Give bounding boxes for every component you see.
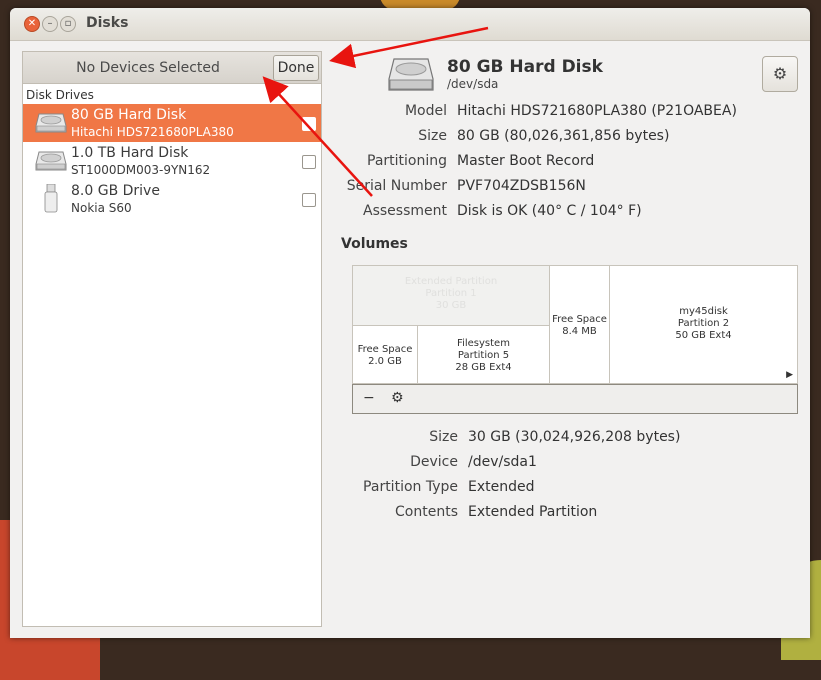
property-label: Size: [418, 128, 447, 144]
close-icon: ✕: [27, 18, 37, 29]
maximize-window-button[interactable]: ▫: [60, 16, 76, 32]
drive-item[interactable]: 1.0 TB Hard Disk ST1000DM003-9YN162: [23, 142, 321, 180]
gear-icon: ⚙: [772, 64, 788, 83]
drive-list: Disk Drives 80 GB Hard Disk Hitachi HDS7…: [22, 83, 322, 627]
property-label: Partition Type: [363, 479, 458, 495]
done-button[interactable]: Done: [273, 55, 319, 81]
volume-toolbar: − ⚙: [352, 384, 798, 414]
disk-serial-row: Serial Number PVF704ZDSB156N: [340, 178, 800, 198]
disk-assessment-row: Assessment Disk is OK (40° C / 104° F): [340, 203, 800, 223]
segment-label: Partition 2: [677, 318, 730, 329]
minimize-icon: –: [47, 18, 53, 29]
drive-name: 80 GB Hard Disk: [71, 107, 187, 123]
device-sidebar: No Devices Selected Done Disk Drives 80 …: [22, 51, 322, 627]
partition-device-row: Device /dev/sda1: [340, 454, 800, 474]
segment-label: my45disk: [679, 306, 728, 317]
minimize-window-button[interactable]: –: [42, 16, 58, 32]
segment-label: Partition 5: [457, 350, 510, 361]
drive-name: 8.0 GB Drive: [71, 183, 160, 199]
maximize-icon: ▫: [64, 18, 72, 29]
property-label: Partitioning: [367, 153, 447, 169]
title-bar: ✕ – ▫ Disks: [10, 8, 810, 41]
segment-label: Free Space: [357, 344, 413, 355]
disk-title: 80 GB Hard Disk: [447, 57, 603, 77]
drive-model: ST1000DM003-9YN162: [71, 163, 211, 177]
volume-graph: Extended Partition Partition 1 30 GB Fre…: [352, 265, 798, 385]
property-label: Model: [404, 103, 447, 119]
segment-label: 8.4 MB: [562, 326, 597, 337]
property-value: Disk is OK (40° C / 104° F): [457, 203, 642, 219]
property-value: 80 GB (80,026,361,856 bytes): [457, 128, 670, 144]
disk-details: 80 GB Hard Disk /dev/sda ⚙ Model Hitachi…: [340, 51, 800, 520]
drive-model: Nokia S60: [71, 201, 132, 215]
extended-partition-segment[interactable]: Extended Partition Partition 1 30 GB: [353, 266, 550, 326]
partition-size-row: Size 30 GB (30,024,926,208 bytes): [340, 429, 800, 449]
partition-2-segment[interactable]: my45disk Partition 2 50 GB Ext4: [610, 266, 797, 384]
drive-item[interactable]: 8.0 GB Drive Nokia S60: [23, 180, 321, 218]
hard-disk-icon: [35, 113, 67, 133]
segment-label: 2.0 GB: [368, 356, 402, 367]
drive-item[interactable]: 80 GB Hard Disk Hitachi HDS721680PLA380: [23, 104, 321, 142]
segment-label: Filesystem: [457, 338, 510, 349]
disk-model-row: Model Hitachi HDS721680PLA380 (P21OABEA): [340, 103, 800, 123]
filesystem-segment[interactable]: Filesystem Partition 5 28 GB Ext4: [418, 326, 550, 384]
segment-label: Extended Partition: [404, 276, 498, 287]
segment-label: 30 GB: [435, 300, 467, 311]
volumes-heading: Volumes: [341, 236, 408, 252]
property-value: PVF704ZDSB156N: [457, 178, 586, 194]
close-window-button[interactable]: ✕: [24, 16, 40, 32]
partition-contents-row: Contents Extended Partition: [340, 504, 800, 524]
property-label: Assessment: [363, 203, 447, 219]
segment-label: 50 GB Ext4: [675, 330, 732, 341]
drive-model: Hitachi HDS721680PLA380: [71, 125, 234, 139]
window-title: Disks: [86, 15, 129, 31]
disk-partitioning-row: Partitioning Master Boot Record: [340, 153, 800, 173]
property-label: Contents: [395, 504, 458, 520]
free-space-segment[interactable]: Free Space 2.0 GB: [353, 326, 418, 384]
property-label: Size: [429, 429, 458, 445]
disk-device-path: /dev/sda: [447, 77, 499, 91]
property-value: Hitachi HDS721680PLA380 (P21OABEA): [457, 103, 737, 119]
property-label: Device: [410, 454, 458, 470]
property-value: Extended: [468, 479, 535, 495]
usb-drive-icon: [44, 184, 58, 213]
segment-label: 28 GB Ext4: [455, 362, 512, 373]
play-arrow-icon: ▶: [786, 370, 793, 380]
selection-status: No Devices Selected: [76, 60, 220, 76]
drive-name: 1.0 TB Hard Disk: [71, 145, 189, 161]
property-value: 30 GB (30,024,926,208 bytes): [468, 429, 681, 445]
drive-checkbox[interactable]: [302, 155, 316, 169]
partition-type-row: Partition Type Extended: [340, 479, 800, 499]
selection-header: No Devices Selected Done: [22, 51, 322, 84]
hard-disk-icon: [388, 58, 434, 91]
property-value: /dev/sda1: [468, 454, 537, 470]
disk-drives-header: Disk Drives: [26, 88, 94, 102]
property-value: Extended Partition: [468, 504, 598, 520]
disk-settings-button[interactable]: ⚙: [762, 56, 798, 92]
hard-disk-icon: [35, 151, 67, 171]
partition-settings-button[interactable]: ⚙: [391, 390, 404, 406]
disk-header: 80 GB Hard Disk /dev/sda ⚙: [340, 51, 800, 93]
drive-checkbox[interactable]: [302, 117, 316, 131]
property-value: Master Boot Record: [457, 153, 595, 169]
free-space-segment[interactable]: Free Space 8.4 MB: [550, 266, 610, 384]
segment-label: Partition 1: [425, 288, 477, 299]
property-label: Serial Number: [346, 178, 447, 194]
disks-window: ✕ – ▫ Disks No Devices Selected Done Dis…: [10, 8, 810, 638]
segment-label: Free Space: [552, 314, 607, 325]
remove-partition-button[interactable]: −: [363, 390, 375, 406]
disk-size-row: Size 80 GB (80,026,361,856 bytes): [340, 128, 800, 148]
drive-checkbox[interactable]: [302, 193, 316, 207]
